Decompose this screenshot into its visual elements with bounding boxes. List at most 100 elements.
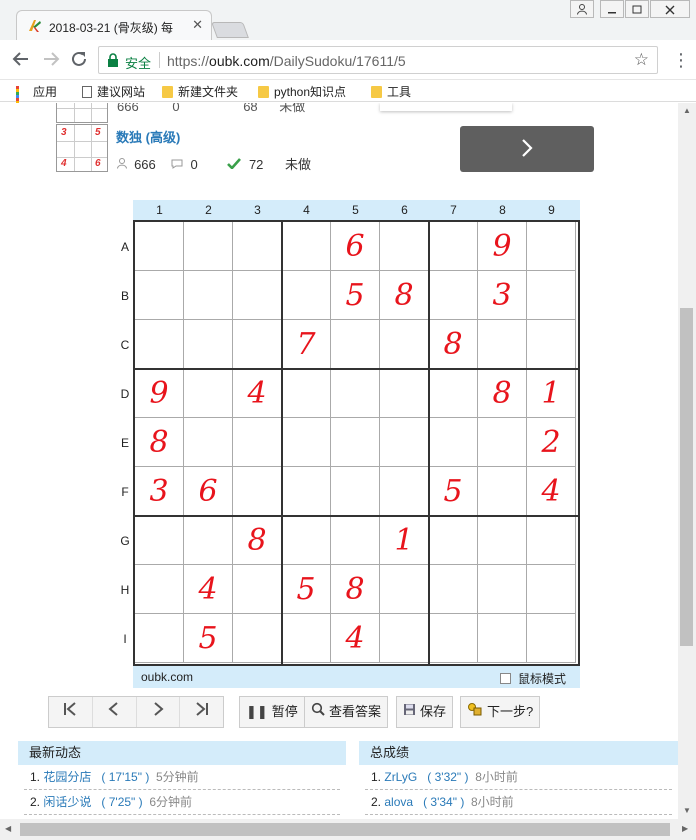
user-link[interactable]: ZrLyG — [384, 770, 417, 784]
sudoku-cell[interactable] — [478, 467, 527, 516]
sudoku-cell[interactable] — [135, 271, 184, 320]
sudoku-cell[interactable] — [429, 516, 478, 565]
sudoku-cell[interactable]: 2 — [527, 418, 576, 467]
sudoku-cell[interactable]: 4 — [233, 369, 282, 418]
sudoku-cell[interactable]: 7 — [282, 320, 331, 369]
sudoku-cell[interactable] — [282, 614, 331, 663]
sudoku-cell[interactable] — [527, 565, 576, 614]
puzzle-thumbnail[interactable]: 3 5 4 6 — [56, 124, 108, 172]
sudoku-cell[interactable] — [380, 467, 429, 516]
sudoku-cell[interactable] — [429, 369, 478, 418]
sudoku-cell[interactable] — [331, 418, 380, 467]
time-link[interactable]: ( 3'34" ) — [423, 795, 464, 809]
sudoku-cell[interactable]: 5 — [331, 271, 380, 320]
mouse-mode-checkbox[interactable] — [500, 673, 511, 684]
sudoku-cell[interactable] — [380, 320, 429, 369]
user-link[interactable]: 闲话少说 — [43, 795, 91, 809]
sudoku-cell[interactable] — [380, 614, 429, 663]
sudoku-cell[interactable] — [184, 271, 233, 320]
view-answer-button[interactable]: 查看答案 — [304, 696, 389, 728]
sudoku-cell[interactable] — [282, 369, 331, 418]
sudoku-cell[interactable] — [527, 320, 576, 369]
scroll-right-icon[interactable]: ▶ — [682, 824, 688, 833]
sudoku-cell[interactable] — [282, 271, 331, 320]
bookmark-tools[interactable]: 工具 — [371, 83, 411, 100]
sudoku-cell[interactable] — [429, 271, 478, 320]
sudoku-cell[interactable]: 3 — [478, 271, 527, 320]
first-step-button[interactable] — [49, 697, 93, 727]
new-tab-button[interactable] — [211, 22, 249, 38]
tab-close-icon[interactable]: ✕ — [192, 17, 203, 33]
save-button[interactable]: 保存 — [396, 696, 454, 728]
sudoku-cell[interactable]: 9 — [478, 222, 527, 271]
sudoku-cell[interactable] — [233, 467, 282, 516]
sudoku-cell[interactable]: 4 — [527, 467, 576, 516]
sudoku-cell[interactable]: 8 — [380, 271, 429, 320]
sudoku-cell[interactable] — [429, 418, 478, 467]
horizontal-scrollbar[interactable]: ◀ ▶ — [0, 819, 696, 840]
previous-puzzle-thumbnail[interactable] — [56, 103, 108, 123]
profile-icon[interactable] — [570, 0, 594, 18]
sudoku-cell[interactable] — [478, 565, 527, 614]
sudoku-cell[interactable]: 6 — [184, 467, 233, 516]
sudoku-cell[interactable]: 5 — [282, 565, 331, 614]
previous-step-button[interactable] — [93, 697, 137, 727]
sudoku-cell[interactable] — [380, 565, 429, 614]
sudoku-cell[interactable] — [135, 614, 184, 663]
sudoku-cell[interactable]: 1 — [527, 369, 576, 418]
sudoku-cell[interactable] — [184, 418, 233, 467]
sudoku-cell[interactable]: 9 — [135, 369, 184, 418]
user-link[interactable]: 花园分店 — [43, 770, 91, 784]
sudoku-cell[interactable] — [380, 222, 429, 271]
last-step-button[interactable] — [180, 697, 223, 727]
sudoku-cell[interactable] — [331, 369, 380, 418]
sudoku-cell[interactable] — [527, 614, 576, 663]
time-link[interactable]: ( 17'15" ) — [101, 770, 149, 784]
reload-icon[interactable] — [70, 50, 88, 68]
sudoku-cell[interactable] — [184, 516, 233, 565]
vertical-scroll-thumb[interactable] — [680, 308, 693, 646]
bookmark-star-icon[interactable]: ☆ — [634, 50, 649, 70]
scroll-up-icon[interactable]: ▲ — [683, 106, 691, 115]
sudoku-cell[interactable] — [184, 369, 233, 418]
user-link[interactable]: alova — [384, 795, 413, 809]
sudoku-cell[interactable] — [233, 222, 282, 271]
sudoku-cell[interactable]: 1 — [380, 516, 429, 565]
back-arrow-icon[interactable] — [12, 50, 30, 68]
minimize-icon[interactable] — [600, 0, 624, 18]
bookmark-new-folder[interactable]: 新建文件夹 — [162, 83, 238, 100]
time-link[interactable]: ( 3'32" ) — [427, 770, 468, 784]
mouse-mode-toggle[interactable]: 鼠标模式 — [500, 670, 566, 687]
sudoku-cell[interactable]: 8 — [135, 418, 184, 467]
sudoku-cell[interactable]: 4 — [184, 565, 233, 614]
bookmark-apps[interactable]: 应用 — [16, 83, 57, 113]
bookmark-suggested-sites[interactable]: 建议网站 — [82, 83, 145, 100]
sudoku-cell[interactable]: 4 — [331, 614, 380, 663]
sudoku-cell[interactable] — [527, 222, 576, 271]
sudoku-cell[interactable] — [184, 320, 233, 369]
close-window-icon[interactable] — [650, 0, 690, 18]
sudoku-cell[interactable] — [233, 271, 282, 320]
browser-tab[interactable]: 2018-03-21 (骨灰级) 每 ✕ — [16, 10, 212, 40]
sudoku-cell[interactable] — [429, 614, 478, 663]
sudoku-cell[interactable] — [135, 516, 184, 565]
sudoku-cell[interactable] — [478, 516, 527, 565]
scroll-down-icon[interactable]: ▼ — [683, 806, 691, 815]
horizontal-scroll-thumb[interactable] — [20, 823, 670, 836]
sudoku-cell[interactable] — [331, 467, 380, 516]
next-step-button[interactable]: 下一步? — [460, 696, 541, 728]
sudoku-cell[interactable] — [282, 222, 331, 271]
sudoku-cell[interactable] — [429, 222, 478, 271]
sudoku-cell[interactable] — [233, 565, 282, 614]
sudoku-cell[interactable] — [429, 565, 478, 614]
sudoku-cell[interactable] — [135, 565, 184, 614]
sudoku-cell[interactable] — [282, 418, 331, 467]
sudoku-cell[interactable]: 8 — [233, 516, 282, 565]
sudoku-cell[interactable]: 8 — [478, 369, 527, 418]
maximize-icon[interactable] — [625, 0, 649, 18]
sudoku-cell[interactable]: 8 — [331, 565, 380, 614]
sudoku-cell[interactable] — [282, 467, 331, 516]
address-bar[interactable]: 安全 https://oubk.com/DailySudoku/17611/5 … — [98, 46, 658, 74]
sudoku-cell[interactable] — [233, 614, 282, 663]
url-text[interactable]: https://oubk.com/DailySudoku/17611/5 — [167, 53, 406, 69]
